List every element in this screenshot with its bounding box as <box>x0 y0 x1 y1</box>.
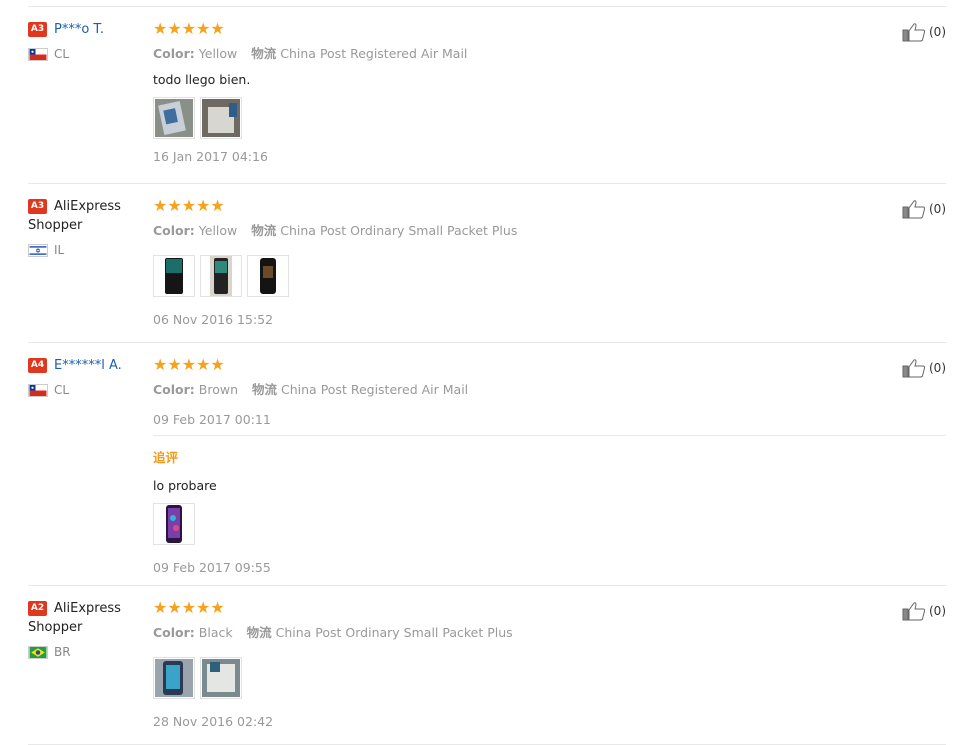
order-info: Color: Black 物流 China Post Ordinary Small… <box>153 622 943 641</box>
reviewer-country: CL <box>28 383 138 397</box>
divider <box>28 6 946 7</box>
country-code: CL <box>54 47 70 61</box>
helpful-button[interactable]: (0) <box>902 199 946 219</box>
logistics-value: China Post Ordinary Small Packet Plus <box>275 625 513 640</box>
helpful-count: (0) <box>929 25 946 39</box>
order-info: Color: Yellow 物流 China Post Registered Ai… <box>153 43 943 62</box>
order-info: Color: Yellow 物流 China Post Ordinary Smal… <box>153 220 943 239</box>
review-content: ★★★★★ Color: Black 物流 China Post Ordinary… <box>153 599 943 729</box>
photo-image <box>163 256 185 296</box>
helpful-count: (0) <box>929 202 946 216</box>
color-value: Yellow <box>198 223 238 238</box>
logistics-label: 物流 <box>246 625 272 640</box>
helpful-count: (0) <box>929 361 946 375</box>
star-rating: ★★★★★ <box>153 598 225 617</box>
flag-cl-icon <box>28 47 48 61</box>
helpful-button[interactable]: (0) <box>902 358 946 378</box>
review-date: 09 Feb 2017 00:11 <box>153 412 271 427</box>
review-date: 28 Nov 2016 02:42 <box>153 714 274 729</box>
thumbs-up-icon <box>902 200 926 219</box>
review-photo-thumbnail[interactable] <box>153 255 195 297</box>
country-code: CL <box>54 383 70 397</box>
flag-cl-icon <box>28 383 48 397</box>
review-photo-thumbnail[interactable] <box>153 503 195 545</box>
buyer-level-badge: A3 <box>28 22 47 37</box>
reviewer-country: CL <box>28 47 138 61</box>
photo-image <box>155 99 193 137</box>
followup-date: 09 Feb 2017 09:55 <box>153 560 271 575</box>
reviewer-country: IL <box>28 243 138 257</box>
color-label: Color: <box>153 382 195 397</box>
photo-image <box>210 256 232 296</box>
logistics-label: 物流 <box>251 46 277 61</box>
review-photo-thumbnail[interactable] <box>200 255 242 297</box>
color-value: Brown <box>198 382 239 397</box>
buyer-level-badge: A4 <box>28 358 47 373</box>
review-photo-thumbnail[interactable] <box>247 255 289 297</box>
review-photo-thumbnail[interactable] <box>200 97 242 139</box>
star-rating: ★★★★★ <box>153 196 225 215</box>
reviewer-country: BR <box>28 645 138 659</box>
buyer-level-badge: A3 <box>28 199 47 214</box>
helpful-button[interactable]: (0) <box>902 22 946 42</box>
logistics-value: China Post Registered Air Mail <box>281 382 469 397</box>
order-info: Color: Brown 物流 China Post Registered Air… <box>153 379 943 398</box>
thumbs-up-icon <box>902 23 926 42</box>
followup-label: 追评 <box>153 450 179 465</box>
review-photos <box>153 97 943 139</box>
reviewer-info: A2 AliExpress Shopper BR <box>28 599 138 659</box>
helpful-button[interactable]: (0) <box>902 601 946 621</box>
divider <box>28 342 946 343</box>
review-photos <box>153 657 943 699</box>
followup-review: 追评 lo probare 09 Feb 2017 09:55 <box>153 447 943 575</box>
logistics-value: China Post Registered Air Mail <box>280 46 468 61</box>
photo-image <box>202 659 240 697</box>
review-content: ★★★★★ Color: Yellow 物流 China Post Ordinar… <box>153 197 943 327</box>
flag-br-icon <box>28 645 48 659</box>
photo-image <box>202 99 240 137</box>
color-value: Black <box>198 625 233 640</box>
color-label: Color: <box>153 223 195 238</box>
reviewer-info: A3 AliExpress Shopper IL <box>28 197 138 257</box>
review-content: ★★★★★ Color: Brown 物流 China Post Register… <box>153 355 943 428</box>
review-content: ★★★★★ Color: Yellow 物流 China Post Registe… <box>153 20 943 164</box>
review-photo-thumbnail[interactable] <box>200 657 242 699</box>
review-text: todo llego bien. <box>153 72 251 87</box>
review-date: 16 Jan 2017 04:16 <box>153 149 268 164</box>
logistics-value: China Post Ordinary Small Packet Plus <box>280 223 518 238</box>
photo-image <box>163 504 185 544</box>
logistics-label: 物流 <box>251 223 277 238</box>
reviewer-info: A3 P***o T. CL <box>28 20 138 61</box>
review-photos <box>153 255 943 297</box>
buyer-level-badge: A2 <box>28 601 47 616</box>
star-rating: ★★★★★ <box>153 355 225 374</box>
color-value: Yellow <box>198 46 238 61</box>
followup-text: lo probare <box>153 478 217 493</box>
divider <box>28 585 946 586</box>
color-label: Color: <box>153 46 195 61</box>
color-label: Color: <box>153 625 195 640</box>
thumbs-up-icon <box>902 602 926 621</box>
flag-il-icon <box>28 243 48 257</box>
logistics-label: 物流 <box>252 382 278 397</box>
photo-image <box>257 256 279 296</box>
thumbs-up-icon <box>902 359 926 378</box>
star-rating: ★★★★★ <box>153 19 225 38</box>
review-photo-thumbnail[interactable] <box>153 97 195 139</box>
country-code: IL <box>54 243 65 257</box>
review-photo-thumbnail[interactable] <box>153 657 195 699</box>
country-code: BR <box>54 645 71 659</box>
reviewer-name[interactable]: E******l A. <box>54 358 122 373</box>
review-photos <box>153 503 943 545</box>
review-date: 06 Nov 2016 15:52 <box>153 312 274 327</box>
reviewer-name[interactable]: P***o T. <box>54 22 104 37</box>
divider <box>28 183 946 184</box>
helpful-count: (0) <box>929 604 946 618</box>
reviewer-info: A4 E******l A. CL <box>28 356 138 397</box>
followup-divider <box>153 435 946 436</box>
photo-image <box>155 659 193 697</box>
